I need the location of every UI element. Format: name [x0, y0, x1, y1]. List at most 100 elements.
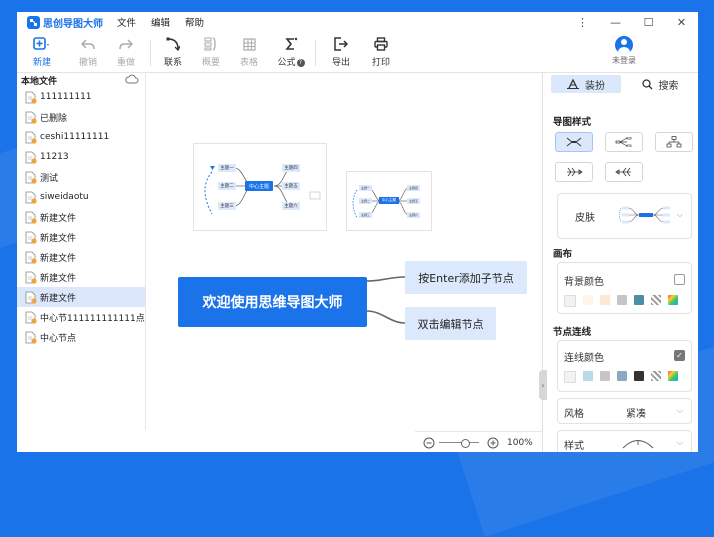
layout-fishbone-right-button[interactable]	[605, 162, 643, 182]
printer-icon	[374, 37, 388, 51]
new-file-icon	[33, 37, 49, 50]
mindmap-canvas[interactable]: 中心主题 主题一 主题二 主题三 主题四 主题五 主题六 中心主题 主题一 主题…	[146, 73, 542, 430]
summary-icon	[204, 37, 216, 51]
file-icon	[25, 171, 37, 184]
template-1-topic-4: 主题四	[282, 164, 300, 172]
color-swatch[interactable]	[634, 371, 644, 381]
skin-selector[interactable]: 皮肤 ⌵	[557, 193, 692, 239]
color-swatch[interactable]	[583, 371, 593, 381]
file-name: 已删除	[40, 113, 68, 124]
file-name: 中心节点	[40, 333, 77, 344]
layout-mindmap-button[interactable]	[555, 132, 593, 152]
mindmap-child-node-2[interactable]: 双击编辑节点	[405, 307, 496, 340]
file-name: 新建文件	[40, 233, 77, 244]
layout-right-button[interactable]	[605, 132, 643, 152]
new-button[interactable]: 新建	[25, 36, 59, 68]
bg-swatch-row	[564, 295, 685, 307]
template-1-topic-6: 主题六	[282, 202, 300, 210]
layout-fishbone-left-button[interactable]	[555, 162, 593, 182]
file-item[interactable]: 新建文件	[17, 207, 145, 227]
print-button[interactable]: 打印	[364, 36, 398, 68]
line-style-chevron-icon: ⌵	[676, 406, 683, 415]
layout-org-button[interactable]	[655, 132, 693, 152]
user-avatar[interactable]: 未登录	[612, 36, 636, 66]
table-button[interactable]: 表格	[232, 36, 266, 68]
app-window: 思创导图大师 文件 编辑 帮助 ⋮ — ☐ ✕ 新建 撤销 重做 联系 概要 表…	[17, 12, 698, 452]
settings-dots-icon[interactable]: ⋮	[566, 12, 599, 32]
menu-help[interactable]: 帮助	[185, 15, 204, 29]
toolbar: 新建 撤销 重做 联系 概要 表格 公式? 导出 打印 未登录	[17, 34, 698, 73]
color-picker-icon[interactable]	[668, 295, 678, 305]
formula-label: 公式?	[277, 55, 305, 68]
undo-button[interactable]: 撤销	[71, 36, 105, 68]
file-name: 新建文件	[40, 213, 77, 224]
toolbar-divider	[150, 40, 151, 66]
line-color-label: 连线颜色	[564, 353, 604, 364]
bg-color-checkbox[interactable]	[674, 274, 685, 285]
export-icon	[334, 37, 349, 51]
zoom-out-icon[interactable]	[423, 437, 435, 449]
line-style-value: 紧凑	[626, 409, 646, 420]
layout-fishbone-right-icon	[615, 167, 631, 177]
file-item[interactable]: 新建文件	[17, 247, 145, 267]
pattern-swatch[interactable]	[651, 295, 661, 305]
line-color-card: 连线颜色 ✓	[557, 340, 692, 392]
file-item[interactable]: siweidaotu	[17, 187, 145, 207]
color-swatch[interactable]	[617, 295, 627, 305]
tab-search[interactable]: 搜索	[627, 75, 693, 93]
mindmap-child-node-1[interactable]: 按Enter添加子节点	[405, 261, 527, 294]
color-swatch[interactable]	[583, 295, 593, 305]
file-item[interactable]: 11213	[17, 147, 145, 167]
formula-text: 公式	[277, 58, 296, 68]
tab-style[interactable]: 装扮	[551, 75, 621, 93]
summary-button[interactable]: 概要	[194, 36, 228, 68]
file-item[interactable]: 111111111	[17, 87, 145, 107]
file-item[interactable]: ceshi11111111	[17, 127, 145, 147]
file-item[interactable]: 新建文件	[17, 287, 145, 307]
file-item[interactable]: 新建文件	[17, 267, 145, 287]
file-item[interactable]: 测试	[17, 167, 145, 187]
color-picker-icon[interactable]	[668, 371, 678, 381]
menu-edit[interactable]: 编辑	[151, 15, 170, 29]
file-icon	[25, 211, 37, 224]
file-item[interactable]: 新建文件	[17, 227, 145, 247]
color-swatch[interactable]	[600, 295, 610, 305]
file-icon	[25, 331, 37, 344]
close-button[interactable]: ✕	[665, 12, 698, 32]
cloud-icon[interactable]	[125, 74, 139, 84]
template-2-topic-1: 主题一	[359, 185, 372, 191]
file-item[interactable]: 已删除	[17, 107, 145, 127]
relation-button[interactable]: 联系	[156, 36, 190, 68]
collapse-panel-handle[interactable]: ›	[539, 370, 547, 400]
maximize-button[interactable]: ☐	[632, 12, 665, 32]
pattern-swatch[interactable]	[651, 371, 661, 381]
file-name: 新建文件	[40, 273, 77, 284]
mindmap-center-node[interactable]: 欢迎使用思维导图大师	[178, 277, 367, 327]
zoom-slider-thumb[interactable]	[461, 438, 470, 448]
menu-file[interactable]: 文件	[117, 15, 136, 29]
redo-icon	[119, 39, 133, 50]
color-swatch[interactable]	[634, 295, 644, 305]
color-swatch[interactable]	[564, 295, 576, 307]
formula-button[interactable]: 公式?	[274, 36, 308, 68]
line-style-select[interactable]: 风格 紧凑 ⌵	[557, 398, 692, 424]
mindmap-connectors	[366, 276, 406, 324]
layout-org-icon	[666, 136, 682, 148]
zoom-slider[interactable]	[439, 438, 479, 448]
template-preview-1[interactable]: 中心主题 主题一 主题二 主题三 主题四 主题五 主题六	[193, 143, 327, 231]
color-swatch[interactable]	[600, 371, 610, 381]
minimize-button[interactable]: —	[599, 12, 632, 32]
template-preview-2[interactable]: 中心主题 主题一 主题二 主题三 主题四 主题五 主题六	[346, 171, 432, 231]
skin-chevron-icon: ⌵	[676, 210, 683, 219]
export-button[interactable]: 导出	[324, 36, 358, 68]
redo-button[interactable]: 重做	[109, 36, 143, 68]
bg-color-label: 背景颜色	[564, 277, 604, 288]
file-item[interactable]: 中心节点	[17, 327, 145, 347]
file-item[interactable]: 中心节111111111111点	[17, 307, 145, 327]
color-swatch[interactable]	[617, 371, 627, 381]
template-2-topic-2: 主题二	[359, 198, 372, 204]
color-swatch[interactable]	[564, 371, 576, 383]
zoom-in-icon[interactable]	[487, 437, 499, 449]
line-color-checkbox[interactable]: ✓	[674, 350, 685, 361]
line-type-select[interactable]: 样式 ⌵	[557, 430, 692, 452]
